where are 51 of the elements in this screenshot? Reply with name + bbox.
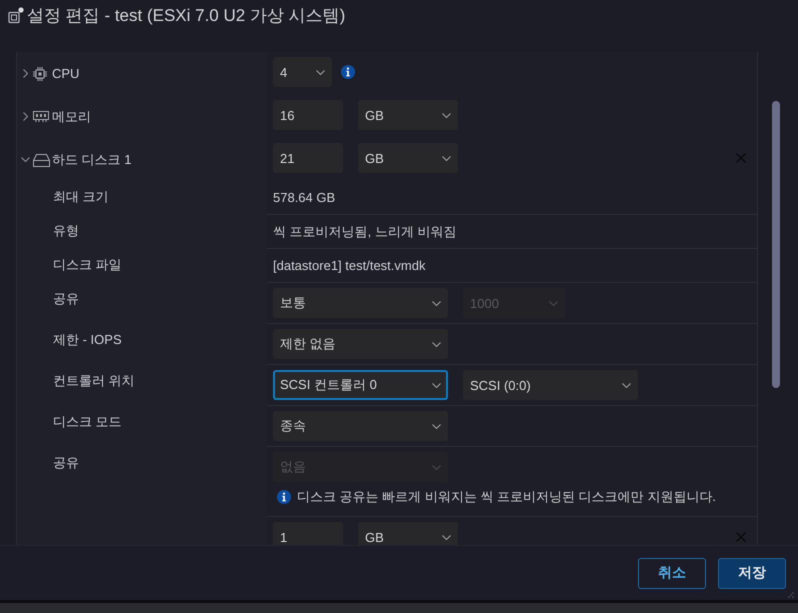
dropdown[interactable]: 제한 없음 [273, 329, 448, 359]
memory-module-icon [33, 111, 49, 122]
dropdown[interactable]: GB [358, 143, 458, 173]
field-value: 578.64 GB [273, 189, 336, 206]
info-icon [341, 65, 355, 79]
note-text: 디스크 공유는 빠르게 비워지는 씩 프로비저닝된 디스크에만 지원됩니다. [297, 488, 716, 505]
scrollbar-thumb[interactable] [772, 101, 780, 388]
field-label: 공유 [53, 454, 79, 471]
field-value: [datastore1] test/test.vmdk [273, 257, 426, 274]
chevron-down-icon [442, 156, 451, 160]
window-title: 설정 편집 - test (ESXi 7.0 U2 가상 시스템) [27, 5, 346, 27]
chevron-down-icon [316, 70, 325, 74]
field-label: 최대 크기 [53, 188, 109, 205]
resize-grip-icon[interactable] [788, 592, 794, 598]
chevron-down-icon [442, 534, 451, 540]
window-icon [8, 7, 24, 24]
number-input[interactable]: 1 [273, 522, 343, 545]
field-label: 공유 [53, 290, 79, 307]
chevron-down-icon [549, 300, 558, 306]
field-label: 제한 - IOPS [53, 331, 122, 348]
field-label: 디스크 모드 [53, 413, 122, 430]
chevron-down-icon [622, 382, 631, 388]
field-label: 컨트롤러 위치 [53, 372, 135, 389]
field-value: 씩 프로비저닝됨, 느리게 비워짐 [273, 223, 456, 240]
field-label: 유형 [53, 222, 79, 239]
number-input[interactable]: 21 [273, 143, 343, 173]
chevron-down-icon [442, 112, 451, 118]
save-button[interactable]: 저장 [718, 558, 786, 588]
field-label: 디스크 파일 [53, 256, 122, 273]
chevron-down-icon [432, 382, 441, 388]
chevron-right-icon[interactable] [22, 112, 28, 121]
chevron-down-icon [432, 300, 441, 306]
device-label: 메모리 [52, 108, 91, 125]
dropdown[interactable]: 4 [273, 57, 332, 87]
device-label: CPU [52, 65, 80, 82]
cancel-button[interactable]: 취소 [638, 558, 706, 588]
device-label: 하드 디스크 1 [52, 151, 132, 168]
chevron-down-icon [432, 464, 441, 470]
info-icon [277, 490, 291, 504]
cpu-chip-icon [33, 66, 47, 80]
dropdown[interactable]: GB [358, 522, 458, 545]
chevron-down-icon [432, 424, 441, 428]
dropdown[interactable]: 보통 [273, 288, 448, 318]
dropdown[interactable]: SCSI 컨트롤러 0 [273, 370, 448, 400]
dropdown[interactable]: SCSI (0:0) [463, 370, 638, 400]
chevron-down-icon[interactable] [20, 157, 30, 162]
dropdown[interactable]: GB [358, 100, 458, 130]
dropdown[interactable]: 종속 [273, 411, 448, 441]
number-input[interactable]: 16 [273, 100, 343, 130]
chevron-right-icon[interactable] [22, 69, 28, 78]
chevron-down-icon [432, 342, 441, 346]
